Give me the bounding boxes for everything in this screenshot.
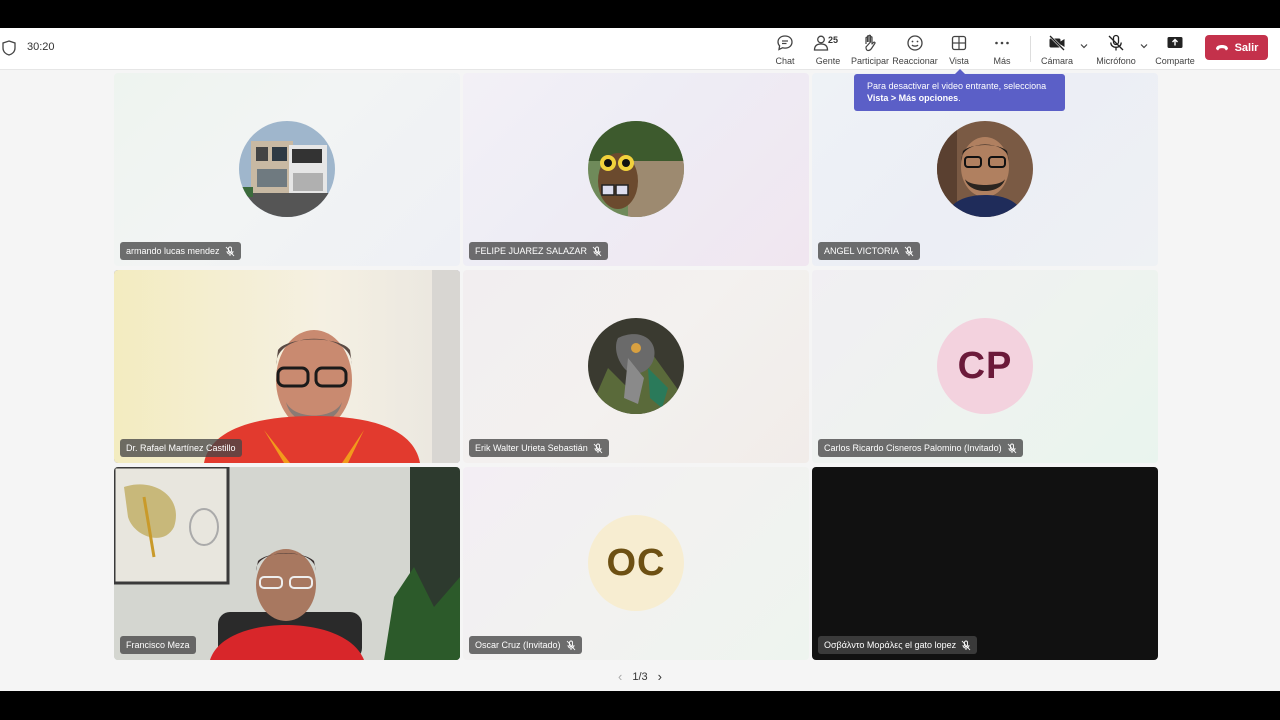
tooltip-line-2: Vista > Más opciones. (867, 92, 1052, 104)
mic-muted-icon (593, 443, 603, 453)
share-label: Comparte (1155, 56, 1195, 66)
tooltip-line-2-end: . (958, 93, 961, 103)
participant-name-tag: FELIPE JUAREZ SALAZAR (469, 242, 609, 260)
participant-tile-armando[interactable]: armando lucas mendez (114, 73, 460, 266)
meeting-timer: 30:20 (27, 41, 55, 53)
participant-name-tag: Οσβάλντο Μοράλες el gato lopez (818, 636, 978, 654)
mic-muted-icon (904, 246, 914, 256)
house-photo-icon (239, 121, 335, 217)
gallery-pagination: ‹ 1/3 › (0, 669, 1280, 684)
leave-button[interactable]: Salir (1205, 35, 1268, 60)
participant-tile-carlos[interactable]: CP Carlos Ricardo Cisneros Palomino (Inv… (812, 270, 1158, 463)
chat-icon (777, 35, 793, 51)
participant-name: ANGEL VICTORIA (824, 246, 900, 256)
video-feed (114, 467, 460, 660)
raise-hand-button[interactable]: Participar (851, 31, 890, 67)
view-tooltip: Para desactivar el video entrante, selec… (854, 69, 1065, 111)
participant-tile-osvaldo[interactable]: Οσβάλντο Μοράλες el gato lopez (812, 467, 1158, 660)
camera-options-chevron-icon[interactable] (1079, 41, 1089, 51)
smiley-icon (907, 35, 923, 51)
camera-label: Cámara (1040, 56, 1073, 66)
participant-initials-avatar: OC (588, 515, 684, 611)
grid-view-icon (951, 35, 967, 51)
participant-name-tag: armando lucas mendez (120, 242, 241, 260)
mic-muted-icon (566, 640, 575, 650)
view-button[interactable]: Vista (946, 31, 972, 67)
participant-tile-oscar[interactable]: OC Oscar Cruz (Invitado) (463, 467, 809, 660)
more-button[interactable]: Más (989, 31, 1015, 67)
camera-off-icon (1049, 35, 1065, 51)
participant-avatar (937, 121, 1033, 217)
letterbox-top (0, 0, 1280, 28)
shield-icon (2, 40, 16, 56)
participant-name-tag: ANGEL VICTORIA (818, 242, 921, 260)
tooltip-line-1: Para desactivar el video entrante, selec… (867, 81, 1047, 91)
share-screen-icon (1167, 37, 1183, 48)
man-portrait-photo-icon (937, 121, 1033, 217)
participant-name-tag: Francisco Meza (120, 636, 196, 654)
react-label: Reaccionar (892, 56, 938, 66)
raise-hand-label: Participar (851, 56, 890, 66)
participant-name: Dr. Rafael Martínez Castillo (126, 443, 236, 453)
participant-tile-francisco[interactable]: Francisco Meza (114, 467, 460, 660)
participant-initials-avatar: CP (937, 318, 1033, 414)
tooltip-bold-path: Vista > Más opciones (867, 93, 959, 103)
leave-label: Salir (1234, 41, 1259, 54)
participant-tile-erik[interactable]: Erik Walter Urieta Sebastián (463, 270, 809, 463)
mic-muted-icon (961, 640, 971, 650)
next-page-chevron-icon[interactable]: › (658, 669, 662, 684)
share-button[interactable]: Comparte (1155, 31, 1195, 67)
hand-icon (865, 34, 876, 52)
page-indicator: 1/3 (632, 670, 648, 683)
chat-label: Chat (775, 56, 795, 66)
meeting-toolbar: 30:20 Chat 25 Gente Participar Reacciona… (0, 28, 1280, 70)
participant-avatar (588, 318, 684, 414)
hang-up-icon (1215, 44, 1228, 50)
participant-name: FELIPE JUAREZ SALAZAR (475, 246, 588, 256)
previous-page-chevron-icon[interactable]: ‹ (618, 669, 622, 684)
participant-name-tag: Oscar Cruz (Invitado) (469, 636, 582, 654)
camera-button[interactable]: Cámara (1040, 31, 1074, 67)
participant-name: Οσβάλντο Μοράλες el gato lopez (824, 640, 957, 650)
letterbox-bottom (0, 691, 1280, 720)
mic-muted-icon (592, 246, 602, 256)
participant-tile-felipe[interactable]: FELIPE JUAREZ SALAZAR (463, 73, 809, 266)
video-feed (114, 270, 460, 463)
more-label: Más (993, 56, 1011, 66)
react-button[interactable]: Reaccionar (892, 31, 938, 67)
toolbar-divider (1030, 36, 1031, 62)
participant-name-tag: Erik Walter Urieta Sebastián (469, 439, 609, 457)
mic-muted-icon (225, 246, 234, 256)
owl-photo-icon (588, 121, 684, 217)
people-count: 25 (828, 35, 839, 45)
participant-avatar (239, 121, 335, 217)
meeting-window: 30:20 Chat 25 Gente Participar Reacciona… (0, 28, 1280, 691)
chat-button[interactable]: Chat (772, 31, 798, 67)
participant-name: armando lucas mendez (126, 246, 220, 256)
participant-name: Francisco Meza (126, 640, 190, 650)
mic-muted-icon (1007, 443, 1016, 453)
microphone-options-chevron-icon[interactable] (1139, 41, 1149, 51)
fantasy-art-photo-icon (588, 318, 684, 414)
participant-name: Oscar Cruz (Invitado) (475, 640, 561, 650)
participant-name-tag: Dr. Rafael Martínez Castillo (120, 439, 242, 457)
people-button[interactable]: 25 Gente (810, 31, 846, 67)
participant-name-tag: Carlos Ricardo Cisneros Palomino (Invita… (818, 439, 1023, 457)
microphone-off-icon (1108, 34, 1124, 51)
ellipsis-icon (995, 41, 1009, 45)
participant-avatar (588, 121, 684, 217)
microphone-button[interactable]: Micrófono (1095, 31, 1137, 67)
participant-tile-rafael[interactable]: Dr. Rafael Martínez Castillo (114, 270, 460, 463)
participant-name: Erik Walter Urieta Sebastián (475, 443, 588, 453)
participant-name: Carlos Ricardo Cisneros Palomino (Invita… (824, 443, 1002, 453)
microphone-label: Micrófono (1096, 56, 1136, 66)
people-label: Gente (815, 56, 841, 66)
view-label: Vista (949, 56, 969, 66)
